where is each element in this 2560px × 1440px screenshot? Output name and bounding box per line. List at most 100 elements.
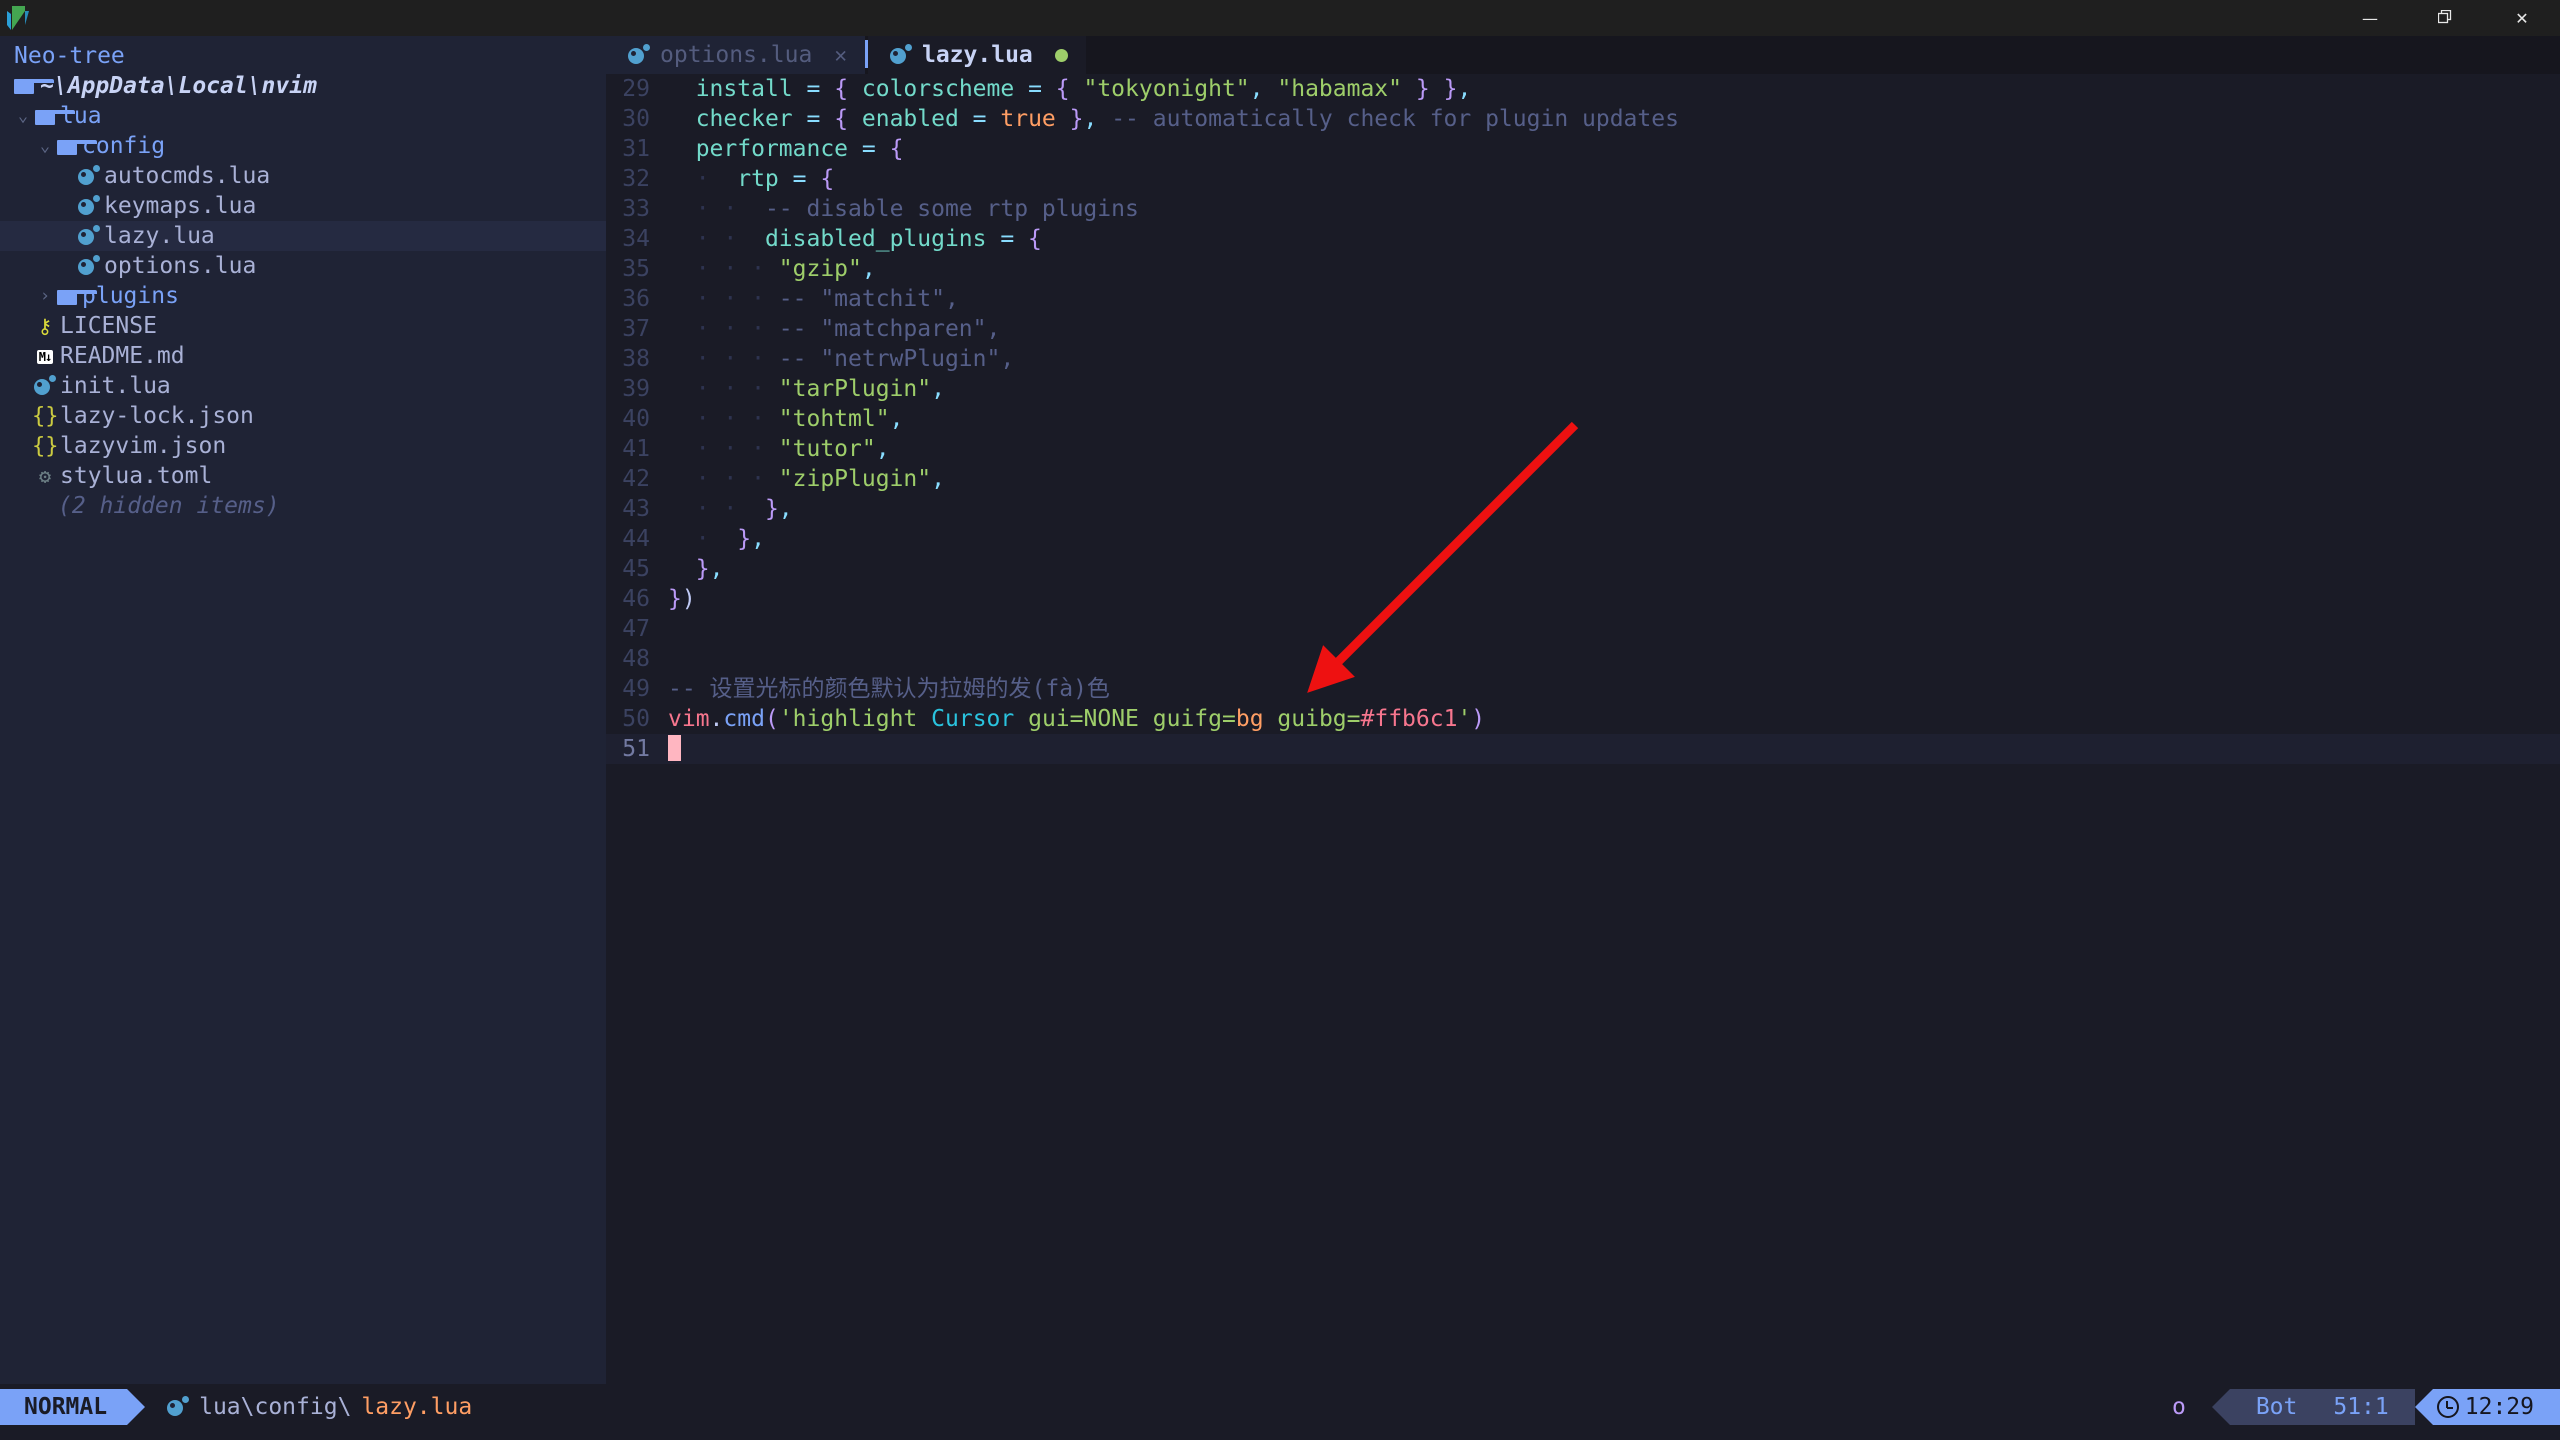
- statusline-position: Bot 51:1: [2229, 1389, 2415, 1425]
- line-content: install = { colorscheme = { "tokyonight"…: [695, 76, 1472, 102]
- line-number: 41: [622, 436, 650, 462]
- tree-item-stylua-toml[interactable]: ⚙ stylua.toml: [0, 461, 606, 491]
- line-content: [668, 734, 681, 764]
- code-line-44[interactable]: 44 · },: [606, 524, 2560, 554]
- line-content: · · · -- "matchparen",: [668, 316, 1001, 342]
- line-number: 34: [622, 226, 650, 252]
- code-line-38[interactable]: 38 · · · -- "netrwPlugin",: [606, 344, 2560, 374]
- tab-modified-indicator: [1054, 48, 1068, 62]
- lua-file-icon: [78, 225, 100, 247]
- tree-item-init-lua[interactable]: init.lua: [0, 371, 606, 401]
- chevron-icon[interactable]: ⌄: [14, 106, 32, 126]
- statusline-time: 12:29: [2432, 1389, 2560, 1425]
- statusline-position-chevron: [2211, 1389, 2230, 1425]
- clock-icon: [2436, 1396, 2459, 1418]
- line-content: · rtp = {: [668, 166, 835, 192]
- line-content: · · -- disable some rtp plugins: [668, 196, 1139, 222]
- lua-file-icon: [34, 375, 56, 397]
- line-number: 48: [622, 646, 650, 672]
- tree-item-readme-md[interactable]: M↓ README.md: [0, 341, 606, 371]
- code-line-36[interactable]: 36 · · · -- "matchit",: [606, 284, 2560, 314]
- lua-file-icon: [78, 195, 100, 217]
- code-line-48[interactable]: 48: [606, 644, 2560, 674]
- tree-item-label: config: [82, 133, 166, 159]
- code-line-34[interactable]: 34 · · disabled_plugins = {: [606, 224, 2560, 254]
- line-content: checker = { enabled = true }, -- automat…: [695, 106, 1679, 132]
- tree-item-options-lua[interactable]: options.lua: [0, 251, 606, 281]
- code-line-41[interactable]: 41 · · · "tutor",: [606, 434, 2560, 464]
- line-number: 33: [622, 196, 650, 222]
- code-line-50[interactable]: 50 vim.cmd('highlight Cursor gui=NONE gui…: [606, 704, 2560, 734]
- code-line-45[interactable]: 45 },: [606, 554, 2560, 584]
- tab-close-icon[interactable]: ✕: [834, 43, 847, 67]
- line-number: 32: [622, 166, 650, 192]
- tree-item-license[interactable]: ⚷ LICENSE: [0, 311, 606, 341]
- tree-item-label: LICENSE: [60, 313, 157, 339]
- tree-item-config[interactable]: ⌄ config: [0, 131, 606, 161]
- code-line-42[interactable]: 42 · · · "zipPlugin",: [606, 464, 2560, 494]
- line-content: · · · -- "netrwPlugin",: [668, 346, 1015, 372]
- line-number: 50: [622, 706, 650, 732]
- neotree-hidden-note: (2 hidden items): [58, 493, 280, 519]
- line-number: 47: [622, 616, 650, 642]
- tree-item-label: README.md: [60, 343, 185, 369]
- tree-item-autocmds-lua[interactable]: autocmds.lua: [0, 161, 606, 191]
- code-line-39[interactable]: 39 · · · "tarPlugin",: [606, 374, 2560, 404]
- code-line-29[interactable]: 29 install = { colorscheme = { "tokyonig…: [606, 74, 2560, 104]
- tab-label: options.lua: [660, 42, 813, 68]
- line-content: · · · "tohtml",: [668, 406, 904, 432]
- line-content: vim.cmd('highlight Cursor gui=NONE guifg…: [668, 706, 1486, 732]
- folder-icon: [35, 110, 75, 125]
- statusline-file-prefix: lua\config\: [199, 1394, 352, 1420]
- lua-file-icon: [628, 44, 650, 66]
- statusline-mode: NORMAL: [0, 1389, 128, 1425]
- tab-lazy-lua[interactable]: lazy.lua: [867, 36, 1086, 74]
- code-line-37[interactable]: 37 · · · -- "matchparen",: [606, 314, 2560, 344]
- code-line-46[interactable]: 46}): [606, 584, 2560, 614]
- statusline-filepath: lua\config\ lazy.lua: [145, 1389, 472, 1425]
- tree-item-lazy-lua[interactable]: lazy.lua: [0, 221, 606, 251]
- line-content: performance = {: [695, 136, 904, 162]
- code-line-47[interactable]: 47: [606, 614, 2560, 644]
- code-line-40[interactable]: 40 · · · "tohtml",: [606, 404, 2560, 434]
- statusline-spacer: [472, 1389, 2146, 1425]
- code-line-49[interactable]: 49 -- 设置光标的颜色默认为拉姆的发(fà)色: [606, 674, 2560, 704]
- code-line-43[interactable]: 43 · · },: [606, 494, 2560, 524]
- statusline-position-label: Bot: [2255, 1394, 2298, 1420]
- key-icon: ⚷: [37, 314, 53, 338]
- line-number: 46: [622, 586, 650, 612]
- line-content: · · · "gzip",: [668, 256, 876, 282]
- folder-icon: [14, 78, 54, 94]
- chevron-icon[interactable]: ›: [36, 286, 54, 306]
- line-number: 42: [622, 466, 650, 492]
- restore-button[interactable]: [2408, 0, 2484, 36]
- tree-item-lazy-lock-json[interactable]: {} lazy-lock.json: [0, 401, 606, 431]
- tree-item-plugins[interactable]: › plugins: [0, 281, 606, 311]
- tree-item-label: lua: [60, 103, 102, 129]
- code-line-33[interactable]: 33 · · -- disable some rtp plugins: [606, 194, 2560, 224]
- line-number: 37: [622, 316, 650, 342]
- neovim-logo-icon: [0, 0, 36, 36]
- line-number: 40: [622, 406, 650, 432]
- line-content: -- 设置光标的颜色默认为拉姆的发(fà)色: [668, 676, 1110, 702]
- code-line-32[interactable]: 32 · rtp = {: [606, 164, 2560, 194]
- neotree-title: Neo-tree: [14, 43, 125, 69]
- code-area[interactable]: 29 install = { colorscheme = { "tokyonig…: [606, 74, 2560, 764]
- line-content: · · · "tarPlugin",: [668, 376, 945, 402]
- code-line-30[interactable]: 30 checker = { enabled = true }, -- auto…: [606, 104, 2560, 134]
- line-number: 43: [622, 496, 650, 522]
- code-line-35[interactable]: 35 · · · "gzip",: [606, 254, 2560, 284]
- close-button[interactable]: ✕: [2484, 0, 2560, 36]
- tree-item-lua[interactable]: ⌄ lua: [0, 101, 606, 131]
- tabline-filler: [1085, 36, 2560, 74]
- code-line-51[interactable]: 51: [606, 734, 2560, 764]
- tree-item-label: lazy.lua: [104, 223, 215, 249]
- code-line-31[interactable]: 31 performance = {: [606, 134, 2560, 164]
- minimize-button[interactable]: —: [2332, 0, 2408, 36]
- line-number: 45: [622, 556, 650, 582]
- tree-item-lazyvim-json[interactable]: {} lazyvim.json: [0, 431, 606, 461]
- tab-options-lua[interactable]: options.lua ✕: [606, 36, 865, 74]
- chevron-icon[interactable]: ⌄: [36, 136, 54, 156]
- tree-item-keymaps-lua[interactable]: keymaps.lua: [0, 191, 606, 221]
- statusline-position-value: 51:1: [2333, 1394, 2389, 1420]
